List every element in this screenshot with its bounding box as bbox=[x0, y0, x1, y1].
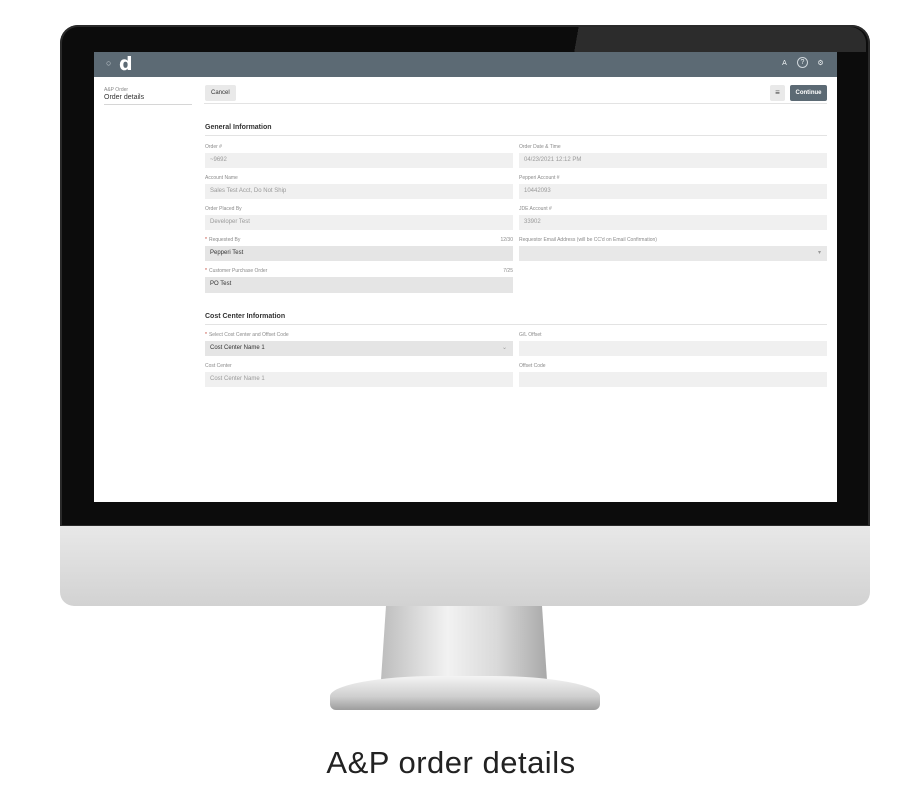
field-label: G/L Offset bbox=[519, 332, 542, 338]
app-screen: ○ d A ? ⚙ A&P Order Order details Cancel… bbox=[94, 52, 837, 502]
cost-center-select-label: Select Cost Center and Offset Code bbox=[208, 332, 289, 338]
required-marker: * bbox=[205, 332, 207, 338]
field-label: Requestor Email Address (will be CC'd on… bbox=[519, 237, 657, 243]
section-divider bbox=[205, 324, 827, 325]
main-content: Cancel ≡ Continue General Information Or… bbox=[204, 77, 827, 387]
required-marker: * bbox=[205, 237, 207, 243]
order-datetime-input: 04/23/2021 12:12 PM bbox=[519, 153, 827, 168]
requestor-email-field: Requestor Email Address (will be CC'd on… bbox=[519, 236, 827, 261]
field-label: Offset Code bbox=[519, 363, 546, 369]
cancel-button[interactable]: Cancel bbox=[205, 85, 236, 101]
monitor-glare bbox=[560, 27, 866, 52]
customer-po-field: * Customer Purchase Order 7/25 PO Test bbox=[205, 267, 513, 293]
gl-offset-input bbox=[519, 341, 827, 356]
order-number-field: Order # ~9692 bbox=[205, 143, 513, 168]
requested-by-field: * Requested By 12/30 Pepperi Test bbox=[205, 236, 513, 261]
char-counter: 12/30 bbox=[500, 237, 513, 243]
pepperi-account-field: Pepperi Account # 10442093 bbox=[519, 174, 827, 199]
offset-code-field: Offset Code bbox=[519, 362, 827, 387]
section-title-general: General Information bbox=[205, 124, 272, 131]
account-name-input: Sales Test Acct, Do Not Ship bbox=[205, 184, 513, 199]
section-title-cost-center: Cost Center Information bbox=[205, 313, 286, 320]
requestor-email-input[interactable]: ▾ bbox=[519, 246, 827, 261]
field-label: * Requested By 12/30 bbox=[205, 236, 513, 244]
jde-account-input: 33902 bbox=[519, 215, 827, 230]
account-name-field: Account Name Sales Test Acct, Do Not Shi… bbox=[205, 174, 513, 199]
monitor-stand-base bbox=[330, 676, 600, 710]
customer-po-label: Customer Purchase Order bbox=[208, 268, 268, 274]
field-label: Account Name bbox=[205, 175, 238, 181]
pepperi-account-input: 10442093 bbox=[519, 184, 827, 199]
cost-center-select-field: * Select Cost Center and Offset Code Cost… bbox=[205, 331, 513, 356]
field-label: Pepperi Account # bbox=[519, 175, 560, 181]
menu-icon[interactable]: ≡ bbox=[770, 85, 785, 101]
cost-center-select-value: Cost Center Name 1 bbox=[210, 345, 265, 351]
customer-po-input[interactable]: PO Test bbox=[205, 277, 513, 293]
requested-by-label: Requested By bbox=[208, 237, 241, 243]
monitor-stand-neck bbox=[381, 606, 547, 680]
continue-button[interactable]: Continue bbox=[790, 85, 827, 101]
cost-center-select[interactable]: Cost Center Name 1 ⌄ bbox=[205, 341, 513, 356]
monitor-chin bbox=[60, 526, 870, 606]
app-logo[interactable]: d bbox=[119, 53, 133, 75]
settings-icon[interactable]: ⚙ bbox=[814, 57, 827, 70]
required-marker: * bbox=[205, 268, 207, 274]
section-divider bbox=[205, 135, 827, 136]
email-dropdown-icon[interactable]: ▾ bbox=[818, 246, 821, 261]
field-label: Order Date & Time bbox=[519, 144, 561, 150]
char-counter: 7/25 bbox=[503, 268, 513, 274]
requested-by-input[interactable]: Pepperi Test bbox=[205, 246, 513, 261]
cost-center-field: Cost Center Cost Center Name 1 bbox=[205, 362, 513, 387]
placed-by-field: Order Placed By Developer Test bbox=[205, 205, 513, 230]
top-bar: ○ d A ? ⚙ bbox=[94, 52, 837, 77]
offset-code-input bbox=[519, 372, 827, 387]
field-label: Order Placed By bbox=[205, 206, 242, 212]
field-label: Order # bbox=[205, 144, 222, 150]
field-label: * Select Cost Center and Offset Code bbox=[205, 331, 513, 339]
field-label: JDE Account # bbox=[519, 206, 552, 212]
chevron-down-icon[interactable]: ⌄ bbox=[502, 341, 507, 356]
cost-center-input: Cost Center Name 1 bbox=[205, 372, 513, 387]
caption: A&P order details bbox=[326, 745, 576, 780]
gl-offset-field: G/L Offset bbox=[519, 331, 827, 356]
order-datetime-field: Order Date & Time 04/23/2021 12:12 PM bbox=[519, 143, 827, 168]
sidebar-divider bbox=[104, 104, 192, 105]
field-label: * Customer Purchase Order 7/25 bbox=[205, 267, 513, 275]
order-number-input: ~9692 bbox=[205, 153, 513, 168]
field-label: Cost Center bbox=[205, 363, 232, 369]
placed-by-input: Developer Test bbox=[205, 215, 513, 230]
jde-account-field: JDE Account # 33902 bbox=[519, 205, 827, 230]
top-bar-icons: A ? ⚙ bbox=[778, 57, 827, 70]
sidebar: A&P Order Order details bbox=[94, 77, 196, 392]
toolbar: Cancel ≡ Continue bbox=[204, 77, 827, 104]
sidebar-item-order-details[interactable]: Order details bbox=[104, 94, 144, 101]
app-menu-icon[interactable]: ○ bbox=[106, 58, 111, 68]
help-icon[interactable]: ? bbox=[797, 57, 808, 68]
account-icon[interactable]: A bbox=[778, 57, 791, 70]
breadcrumb[interactable]: A&P Order bbox=[104, 87, 128, 93]
